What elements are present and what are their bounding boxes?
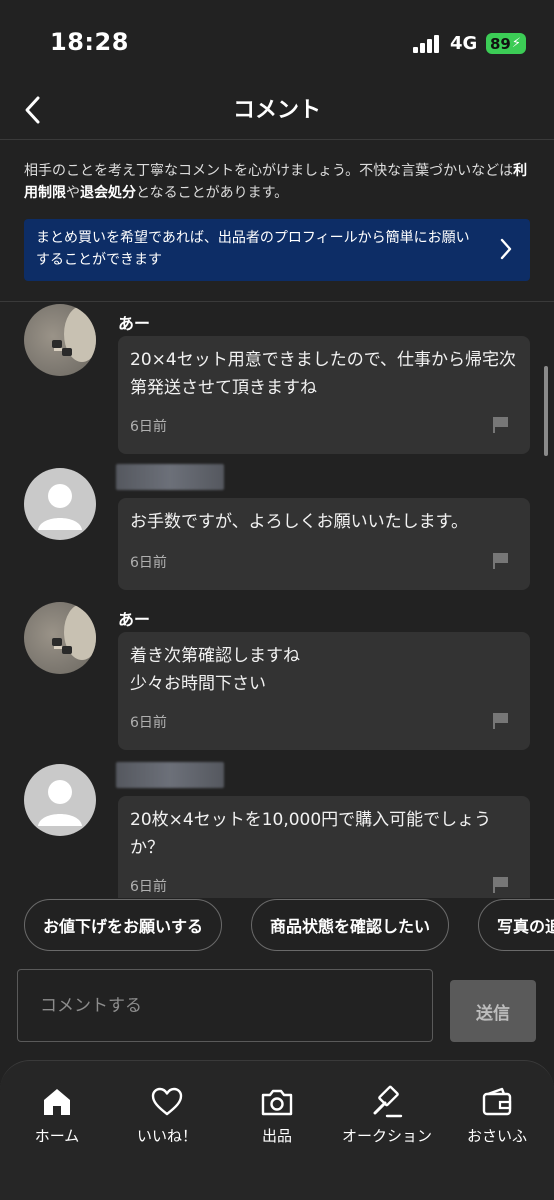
comment-list[interactable]: あー 20×4セット用意できましたので、仕事から帰宅次第発送させて頂きますね 6…: [0, 302, 554, 898]
status-bar: 18:28 4G 89 ⚡: [0, 0, 554, 86]
comment-username-blurred: [116, 762, 224, 788]
flag-icon[interactable]: [492, 712, 510, 730]
scrollbar[interactable]: [544, 366, 548, 456]
flag-icon[interactable]: [492, 552, 510, 570]
bulk-buy-banner[interactable]: まとめ買いを希望であれば、出品者のプロフィールから簡単にお願いすることができます: [24, 219, 530, 281]
avatar[interactable]: [24, 468, 96, 540]
comment-bubble: 着き次第確認しますね 少々お時間下さい 6日前: [118, 632, 530, 750]
comment-time: 6日前: [130, 419, 167, 435]
chevron-right-icon: [500, 238, 512, 260]
tab-bar: ホーム いいね！ 出品 オークション おさいふ: [0, 1060, 554, 1200]
avatar-photo: [52, 306, 96, 362]
send-button[interactable]: 送信: [450, 980, 536, 1042]
avatar[interactable]: [24, 304, 96, 376]
notice-bold-withdrawal: 退会処分: [80, 185, 136, 201]
tab-label: いいね！: [136, 1127, 197, 1145]
tab-home[interactable]: ホーム: [2, 1085, 112, 1146]
banner-text: まとめ買いを希望であれば、出品者のプロフィールから簡単にお願いすることができます: [36, 230, 470, 268]
comment-bubble: 20枚×4セットを10,000円で購入可能でしょうか？ 6日前: [118, 796, 530, 898]
chip-add-photos[interactable]: 写真の追加: [478, 899, 554, 951]
heart-icon: [151, 1087, 183, 1116]
home-icon: [44, 1089, 70, 1115]
comment-username-blurred: [116, 464, 224, 490]
avatar-photo: [52, 604, 96, 660]
comment-bubble: 20×4セット用意できましたので、仕事から帰宅次第発送させて頂きますね 6日前: [118, 336, 530, 454]
chip-check-condition[interactable]: 商品状態を確認したい: [251, 899, 450, 951]
tab-label: オークション: [341, 1127, 432, 1145]
comment-input[interactable]: [17, 969, 433, 1042]
comment-time: 6日前: [130, 555, 167, 571]
clock: 18:28: [50, 28, 129, 56]
comment-text: お手数ですが、よろしくお願いいたします。: [130, 512, 468, 532]
comment-username: あー: [118, 610, 151, 629]
notice-part-2: や: [66, 185, 80, 201]
comment-time: 6日前: [130, 879, 167, 895]
camera-icon: [261, 1089, 293, 1116]
tab-label: 出品: [261, 1127, 292, 1145]
gavel-icon: [373, 1085, 403, 1118]
wallet-icon: [482, 1087, 512, 1116]
header: コメント: [0, 86, 554, 140]
comment-text: 20枚×4セットを10,000円で購入可能でしょうか？: [130, 810, 492, 858]
flag-icon[interactable]: [492, 876, 510, 894]
comment-text: 着き次第確認しますね 少々お時間下さい: [130, 646, 300, 694]
quick-reply-chips[interactable]: お値下げをお願いする 商品状態を確認したい 写真の追加: [0, 899, 554, 951]
flag-icon[interactable]: [492, 416, 510, 434]
network-type: 4G: [450, 33, 478, 54]
tab-likes[interactable]: いいね！: [112, 1085, 222, 1146]
comment-bubble: お手数ですが、よろしくお願いいたします。 6日前: [118, 498, 530, 590]
tab-label: おさいふ: [466, 1127, 527, 1145]
comment-time: 6日前: [130, 715, 167, 731]
notice-part-3: となることがあります。: [136, 185, 289, 201]
battery-level: 89: [490, 34, 511, 53]
page-title: コメント: [232, 98, 321, 123]
avatar[interactable]: [24, 602, 96, 674]
avatar[interactable]: [24, 764, 96, 836]
comment-text: 20×4セット用意できましたので、仕事から帰宅次第発送させて頂きますね: [130, 350, 517, 398]
battery-icon: 89 ⚡: [486, 33, 526, 54]
tab-sell[interactable]: 出品: [222, 1085, 332, 1146]
notice-text: 相手のことを考え丁寧なコメントを心がけましょう。不快な言葉づかいなどは利用制限や…: [24, 160, 534, 204]
tab-label: ホーム: [34, 1127, 80, 1145]
default-user-icon: [38, 780, 82, 826]
default-user-icon: [38, 484, 82, 530]
tab-wallet[interactable]: おさいふ: [442, 1085, 552, 1146]
signal-icon: [413, 35, 443, 53]
comment-username: あー: [118, 314, 151, 333]
chip-request-discount[interactable]: お値下げをお願いする: [24, 899, 223, 951]
notice-part-1: 相手のことを考え丁寧なコメントを心がけましょう。不快な言葉づかいなどは: [24, 163, 514, 179]
tab-auction[interactable]: オークション: [332, 1085, 442, 1146]
